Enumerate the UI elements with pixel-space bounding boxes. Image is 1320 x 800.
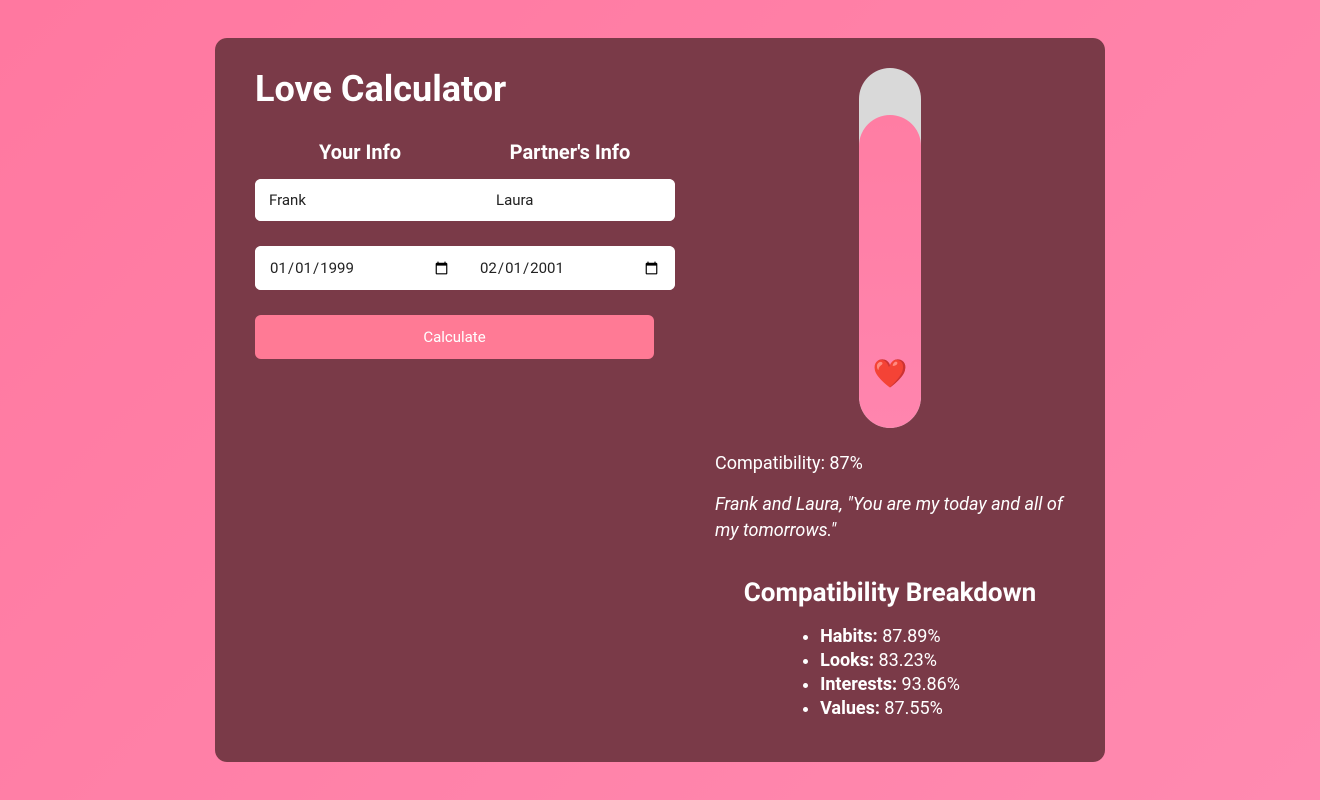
thermometer-fill: ❤️ bbox=[859, 115, 921, 428]
compatibility-score: Compatibility: 87% bbox=[715, 453, 863, 474]
your-birthday-input[interactable] bbox=[255, 246, 465, 290]
breakdown-value: 87.89% bbox=[882, 626, 940, 647]
input-panel: Love Calculator Your Info Partner's Info… bbox=[255, 68, 675, 721]
breakdown-value: 83.23% bbox=[879, 650, 937, 671]
breakdown-label: Habits: bbox=[820, 626, 878, 647]
breakdown-label: Interests: bbox=[820, 674, 897, 695]
result-panel: ❤️ Compatibility: 87% Frank and Laura, "… bbox=[715, 68, 1065, 721]
your-name-input[interactable] bbox=[255, 179, 482, 221]
breakdown-label: Values: bbox=[820, 698, 880, 719]
breakdown-label: Looks: bbox=[820, 650, 874, 671]
page-title: Love Calculator bbox=[255, 68, 675, 110]
breakdown-item-values: Values: 87.55% bbox=[820, 698, 960, 719]
love-thermometer: ❤️ bbox=[859, 68, 921, 428]
partner-info-header: Partner's Info bbox=[465, 140, 675, 164]
name-input-row bbox=[255, 179, 675, 221]
breakdown-value: 93.86% bbox=[902, 674, 960, 695]
partner-name-input[interactable] bbox=[482, 179, 675, 221]
calculate-button[interactable]: Calculate bbox=[255, 315, 654, 359]
input-headers: Your Info Partner's Info bbox=[255, 140, 675, 164]
breakdown-item-looks: Looks: 83.23% bbox=[820, 650, 960, 671]
breakdown-item-interests: Interests: 93.86% bbox=[820, 674, 960, 695]
heart-icon: ❤️ bbox=[873, 360, 908, 388]
your-info-header: Your Info bbox=[255, 140, 465, 164]
breakdown-value: 87.55% bbox=[884, 698, 942, 719]
breakdown-item-habits: Habits: 87.89% bbox=[820, 626, 960, 647]
love-quote: Frank and Laura, "You are my today and a… bbox=[715, 492, 1065, 542]
partner-birthday-input[interactable] bbox=[465, 246, 675, 290]
breakdown-list: Habits: 87.89% Looks: 83.23% Interests: … bbox=[820, 626, 960, 722]
birthday-input-row bbox=[255, 246, 675, 290]
breakdown-heading: Compatibility Breakdown bbox=[744, 578, 1037, 608]
love-calculator-card: Love Calculator Your Info Partner's Info… bbox=[215, 38, 1105, 761]
